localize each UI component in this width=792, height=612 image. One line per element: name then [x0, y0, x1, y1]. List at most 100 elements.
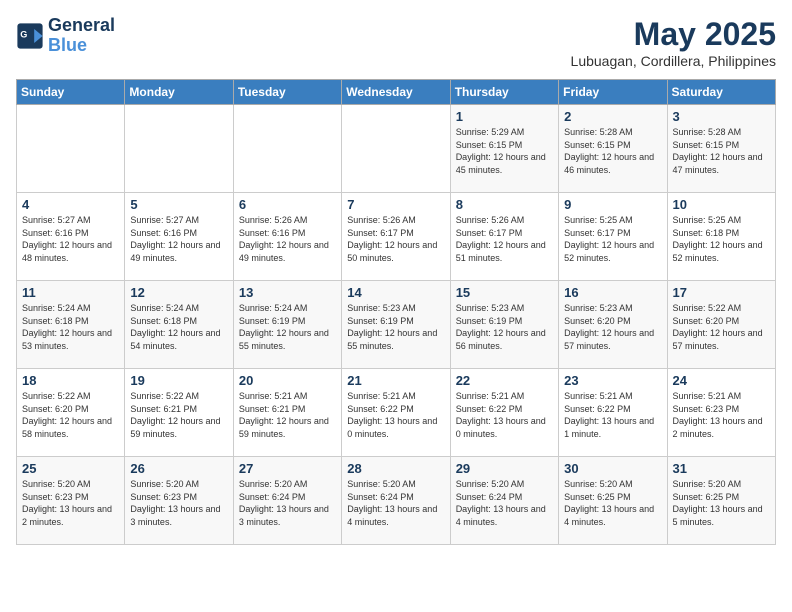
week-row-1: 1 Sunrise: 5:29 AM Sunset: 6:15 PM Dayli…	[17, 105, 776, 193]
day-cell-14: 14 Sunrise: 5:23 AM Sunset: 6:19 PM Dayl…	[342, 281, 450, 369]
day-number: 30	[564, 461, 661, 476]
day-cell-5: 5 Sunrise: 5:27 AM Sunset: 6:16 PM Dayli…	[125, 193, 233, 281]
day-cell-24: 24 Sunrise: 5:21 AM Sunset: 6:23 PM Dayl…	[667, 369, 775, 457]
day-cell-13: 13 Sunrise: 5:24 AM Sunset: 6:19 PM Dayl…	[233, 281, 341, 369]
title-block: May 2025 Lubuagan, Cordillera, Philippin…	[571, 16, 776, 69]
day-info: Sunrise: 5:24 AM Sunset: 6:18 PM Dayligh…	[130, 302, 227, 352]
day-cell-6: 6 Sunrise: 5:26 AM Sunset: 6:16 PM Dayli…	[233, 193, 341, 281]
day-info: Sunrise: 5:21 AM Sunset: 6:21 PM Dayligh…	[239, 390, 336, 440]
day-number: 6	[239, 197, 336, 212]
day-number: 22	[456, 373, 553, 388]
day-info: Sunrise: 5:20 AM Sunset: 6:24 PM Dayligh…	[347, 478, 444, 528]
week-row-5: 25 Sunrise: 5:20 AM Sunset: 6:23 PM Dayl…	[17, 457, 776, 545]
day-cell-2: 2 Sunrise: 5:28 AM Sunset: 6:15 PM Dayli…	[559, 105, 667, 193]
day-number: 24	[673, 373, 770, 388]
day-cell-22: 22 Sunrise: 5:21 AM Sunset: 6:22 PM Dayl…	[450, 369, 558, 457]
day-cell-12: 12 Sunrise: 5:24 AM Sunset: 6:18 PM Dayl…	[125, 281, 233, 369]
day-info: Sunrise: 5:21 AM Sunset: 6:23 PM Dayligh…	[673, 390, 770, 440]
day-number: 13	[239, 285, 336, 300]
weekday-header-wednesday: Wednesday	[342, 80, 450, 105]
logo-text: General Blue	[48, 16, 115, 56]
day-cell-empty-0-1	[125, 105, 233, 193]
day-info: Sunrise: 5:25 AM Sunset: 6:17 PM Dayligh…	[564, 214, 661, 264]
day-number: 29	[456, 461, 553, 476]
day-number: 26	[130, 461, 227, 476]
day-number: 10	[673, 197, 770, 212]
day-number: 28	[347, 461, 444, 476]
day-cell-11: 11 Sunrise: 5:24 AM Sunset: 6:18 PM Dayl…	[17, 281, 125, 369]
day-info: Sunrise: 5:20 AM Sunset: 6:25 PM Dayligh…	[673, 478, 770, 528]
day-number: 2	[564, 109, 661, 124]
day-number: 27	[239, 461, 336, 476]
day-info: Sunrise: 5:29 AM Sunset: 6:15 PM Dayligh…	[456, 126, 553, 176]
day-info: Sunrise: 5:21 AM Sunset: 6:22 PM Dayligh…	[347, 390, 444, 440]
day-cell-empty-0-2	[233, 105, 341, 193]
day-info: Sunrise: 5:23 AM Sunset: 6:19 PM Dayligh…	[347, 302, 444, 352]
day-info: Sunrise: 5:23 AM Sunset: 6:19 PM Dayligh…	[456, 302, 553, 352]
weekday-header-friday: Friday	[559, 80, 667, 105]
day-info: Sunrise: 5:28 AM Sunset: 6:15 PM Dayligh…	[673, 126, 770, 176]
day-cell-17: 17 Sunrise: 5:22 AM Sunset: 6:20 PM Dayl…	[667, 281, 775, 369]
day-number: 16	[564, 285, 661, 300]
week-row-2: 4 Sunrise: 5:27 AM Sunset: 6:16 PM Dayli…	[17, 193, 776, 281]
day-cell-30: 30 Sunrise: 5:20 AM Sunset: 6:25 PM Dayl…	[559, 457, 667, 545]
svg-text:G: G	[20, 29, 27, 39]
day-info: Sunrise: 5:21 AM Sunset: 6:22 PM Dayligh…	[564, 390, 661, 440]
day-info: Sunrise: 5:26 AM Sunset: 6:17 PM Dayligh…	[347, 214, 444, 264]
day-number: 4	[22, 197, 119, 212]
weekday-header-sunday: Sunday	[17, 80, 125, 105]
day-cell-31: 31 Sunrise: 5:20 AM Sunset: 6:25 PM Dayl…	[667, 457, 775, 545]
day-cell-28: 28 Sunrise: 5:20 AM Sunset: 6:24 PM Dayl…	[342, 457, 450, 545]
day-cell-empty-0-3	[342, 105, 450, 193]
day-cell-18: 18 Sunrise: 5:22 AM Sunset: 6:20 PM Dayl…	[17, 369, 125, 457]
day-info: Sunrise: 5:28 AM Sunset: 6:15 PM Dayligh…	[564, 126, 661, 176]
day-cell-16: 16 Sunrise: 5:23 AM Sunset: 6:20 PM Dayl…	[559, 281, 667, 369]
day-number: 14	[347, 285, 444, 300]
day-info: Sunrise: 5:24 AM Sunset: 6:19 PM Dayligh…	[239, 302, 336, 352]
day-cell-4: 4 Sunrise: 5:27 AM Sunset: 6:16 PM Dayli…	[17, 193, 125, 281]
calendar-table: SundayMondayTuesdayWednesdayThursdayFrid…	[16, 79, 776, 545]
day-number: 17	[673, 285, 770, 300]
day-number: 12	[130, 285, 227, 300]
day-cell-3: 3 Sunrise: 5:28 AM Sunset: 6:15 PM Dayli…	[667, 105, 775, 193]
day-cell-empty-0-0	[17, 105, 125, 193]
day-cell-29: 29 Sunrise: 5:20 AM Sunset: 6:24 PM Dayl…	[450, 457, 558, 545]
day-cell-15: 15 Sunrise: 5:23 AM Sunset: 6:19 PM Dayl…	[450, 281, 558, 369]
day-number: 5	[130, 197, 227, 212]
day-number: 8	[456, 197, 553, 212]
day-cell-10: 10 Sunrise: 5:25 AM Sunset: 6:18 PM Dayl…	[667, 193, 775, 281]
day-number: 21	[347, 373, 444, 388]
day-cell-25: 25 Sunrise: 5:20 AM Sunset: 6:23 PM Dayl…	[17, 457, 125, 545]
day-cell-1: 1 Sunrise: 5:29 AM Sunset: 6:15 PM Dayli…	[450, 105, 558, 193]
day-number: 9	[564, 197, 661, 212]
header: G General Blue May 2025 Lubuagan, Cordil…	[16, 16, 776, 69]
weekday-header-monday: Monday	[125, 80, 233, 105]
day-info: Sunrise: 5:26 AM Sunset: 6:16 PM Dayligh…	[239, 214, 336, 264]
weekday-header-row: SundayMondayTuesdayWednesdayThursdayFrid…	[17, 80, 776, 105]
day-info: Sunrise: 5:27 AM Sunset: 6:16 PM Dayligh…	[130, 214, 227, 264]
week-row-4: 18 Sunrise: 5:22 AM Sunset: 6:20 PM Dayl…	[17, 369, 776, 457]
weekday-header-thursday: Thursday	[450, 80, 558, 105]
day-number: 19	[130, 373, 227, 388]
day-number: 1	[456, 109, 553, 124]
day-number: 20	[239, 373, 336, 388]
day-number: 3	[673, 109, 770, 124]
day-info: Sunrise: 5:22 AM Sunset: 6:21 PM Dayligh…	[130, 390, 227, 440]
day-cell-19: 19 Sunrise: 5:22 AM Sunset: 6:21 PM Dayl…	[125, 369, 233, 457]
day-number: 7	[347, 197, 444, 212]
day-cell-8: 8 Sunrise: 5:26 AM Sunset: 6:17 PM Dayli…	[450, 193, 558, 281]
day-info: Sunrise: 5:22 AM Sunset: 6:20 PM Dayligh…	[22, 390, 119, 440]
logo: G General Blue	[16, 16, 115, 56]
calendar-container: G General Blue May 2025 Lubuagan, Cordil…	[0, 0, 792, 553]
day-info: Sunrise: 5:20 AM Sunset: 6:23 PM Dayligh…	[130, 478, 227, 528]
day-number: 15	[456, 285, 553, 300]
day-cell-20: 20 Sunrise: 5:21 AM Sunset: 6:21 PM Dayl…	[233, 369, 341, 457]
weekday-header-saturday: Saturday	[667, 80, 775, 105]
location: Lubuagan, Cordillera, Philippines	[571, 53, 776, 69]
day-info: Sunrise: 5:20 AM Sunset: 6:25 PM Dayligh…	[564, 478, 661, 528]
day-cell-27: 27 Sunrise: 5:20 AM Sunset: 6:24 PM Dayl…	[233, 457, 341, 545]
day-cell-7: 7 Sunrise: 5:26 AM Sunset: 6:17 PM Dayli…	[342, 193, 450, 281]
month-title: May 2025	[571, 16, 776, 53]
day-info: Sunrise: 5:25 AM Sunset: 6:18 PM Dayligh…	[673, 214, 770, 264]
logo-icon: G	[16, 22, 44, 50]
